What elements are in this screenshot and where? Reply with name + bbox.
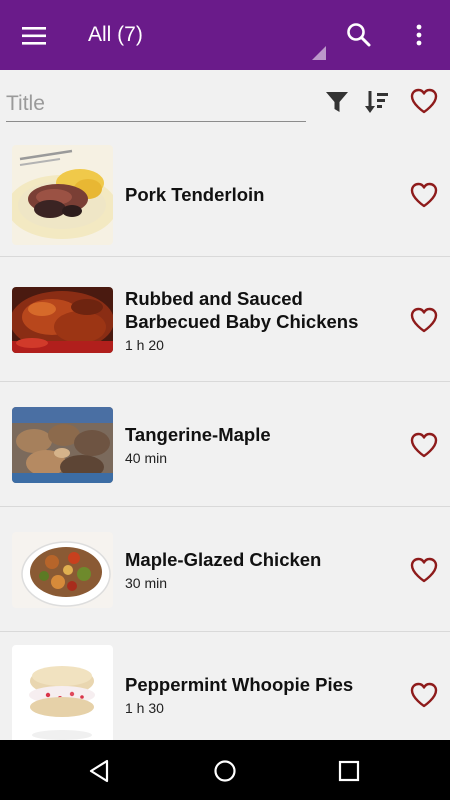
more-vert-icon: [416, 24, 422, 46]
recipe-thumbnail: [12, 532, 113, 608]
menu-button[interactable]: [14, 20, 56, 52]
list-item[interactable]: Pork Tenderloin: [0, 132, 450, 257]
recipe-thumbnail: [12, 645, 113, 740]
favorite-icon: [410, 182, 438, 208]
favorite-icon: [410, 307, 438, 333]
sort-button[interactable]: [362, 87, 392, 117]
app-title: All (7): [88, 23, 143, 46]
filter-button[interactable]: [322, 87, 352, 117]
recipe-title: Rubbed and Sauced Barbecued Baby Chicken…: [125, 287, 359, 332]
dropdown-indicator-icon: [312, 46, 326, 60]
favorite-button[interactable]: [408, 180, 440, 210]
back-icon: [89, 759, 109, 783]
search-button[interactable]: [342, 18, 376, 52]
recipe-time: 40 min: [125, 450, 168, 466]
recipe-time: 1 h 20: [125, 336, 164, 353]
favorites-filter-button[interactable]: [408, 86, 440, 116]
system-nav-bar: [0, 740, 450, 800]
search-icon: [347, 23, 371, 47]
favorite-button[interactable]: [408, 305, 440, 335]
favorite-button[interactable]: [408, 680, 440, 710]
recipe-text: Tangerine-Maple 40 min: [125, 382, 395, 507]
menu-icon: [22, 27, 46, 45]
app-bar: All (7): [0, 0, 450, 70]
sort-icon: [365, 91, 388, 113]
favorite-icon: [410, 432, 438, 458]
recipe-text: Peppermint Whoopie Pies 1 h 30: [125, 632, 395, 740]
recipe-title: Pork Tenderloin: [125, 184, 265, 205]
list-item[interactable]: Rubbed and Sauced Barbecued Baby Chicken…: [0, 257, 450, 382]
favorite-icon: [410, 557, 438, 583]
favorite-icon: [410, 88, 438, 114]
category-spinner[interactable]: All (7): [88, 0, 328, 70]
overflow-menu-button[interactable]: [404, 18, 434, 52]
recipe-title: Tangerine-Maple: [125, 424, 271, 445]
recents-icon: [338, 760, 360, 782]
recipe-list: Pork Tenderloin Rubbed and Sauced Barbec…: [0, 132, 450, 740]
home-icon: [214, 760, 236, 782]
list-item[interactable]: Maple-Glazed Chicken 30 min: [0, 507, 450, 632]
recents-button[interactable]: [332, 754, 366, 788]
list-item[interactable]: Tangerine-Maple 40 min: [0, 382, 450, 507]
home-button[interactable]: [208, 754, 242, 788]
favorite-icon: [410, 682, 438, 708]
title-search-input[interactable]: [6, 86, 306, 122]
recipe-text: Pork Tenderloin: [125, 132, 395, 257]
recipe-time: 1 h 30: [125, 700, 164, 716]
filter-icon: [326, 92, 348, 112]
list-item[interactable]: Peppermint Whoopie Pies 1 h 30: [0, 632, 450, 740]
favorite-button[interactable]: [408, 430, 440, 460]
recipe-thumbnail: [12, 407, 113, 483]
back-button[interactable]: [82, 754, 116, 788]
recipe-text: Rubbed and Sauced Barbecued Baby Chicken…: [125, 257, 395, 382]
favorite-button[interactable]: [408, 555, 440, 585]
recipe-title: Maple-Glazed Chicken: [125, 549, 322, 570]
recipe-time: 30 min: [125, 575, 168, 591]
recipe-text: Maple-Glazed Chicken 30 min: [125, 507, 395, 632]
search-row: [0, 70, 450, 132]
recipe-thumbnail: [12, 145, 113, 245]
recipe-thumbnail: [12, 287, 113, 353]
recipe-title: Peppermint Whoopie Pies: [125, 674, 354, 695]
